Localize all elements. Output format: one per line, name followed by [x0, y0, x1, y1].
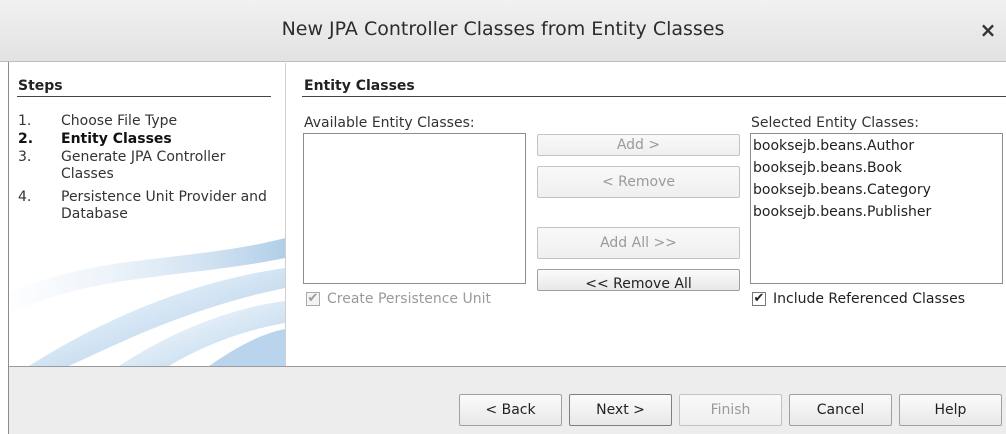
list-item[interactable]: booksejb.beans.Category	[753, 182, 931, 198]
content-header: Entity Classes	[304, 78, 415, 94]
create-persistence-unit-label: Create Persistence Unit	[327, 291, 491, 307]
available-entity-classes-label: Available Entity Classes:	[304, 115, 475, 131]
step-label: Persistence Unit Provider and Database	[61, 189, 267, 222]
list-item[interactable]: booksejb.beans.Publisher	[753, 204, 931, 220]
step-number: 2.	[18, 131, 34, 147]
step-number: 4.	[18, 189, 32, 205]
cancel-button[interactable]: Cancel	[789, 394, 892, 426]
create-persistence-unit-checkbox[interactable]: ✔ Create Persistence Unit	[306, 291, 491, 307]
add-all-button[interactable]: Add All >>	[537, 227, 740, 259]
panel-divider	[285, 63, 286, 366]
remove-all-button[interactable]: << Remove All	[537, 269, 740, 291]
include-referenced-classes-label: Include Referenced Classes	[773, 291, 965, 307]
step-number: 1.	[18, 113, 32, 129]
step-4: 4. Persistence Unit Provider and Databas…	[18, 189, 278, 223]
add-button[interactable]: Add >	[537, 134, 740, 156]
selected-entity-classes-label: Selected Entity Classes:	[751, 115, 919, 131]
checkbox-check-icon: ✔	[752, 291, 766, 306]
dialog-title: New JPA Controller Classes from Entity C…	[281, 18, 725, 40]
checkbox-check-icon: ✔	[306, 291, 320, 306]
step-label: Entity Classes	[61, 131, 172, 147]
dialog-title-bar: New JPA Controller Classes from Entity C…	[0, 0, 1006, 62]
remove-button[interactable]: < Remove	[537, 166, 740, 198]
steps-header: Steps	[18, 78, 63, 94]
step-2-current: 2. Entity Classes	[18, 131, 278, 148]
close-icon[interactable]: ×	[976, 18, 1000, 42]
step-number: 3.	[18, 149, 32, 165]
step-label: Generate JPA Controller Classes	[61, 149, 226, 182]
step-3: 3. Generate JPA Controller Classes	[18, 149, 278, 183]
help-button[interactable]: Help	[899, 394, 1002, 426]
content-divider	[302, 96, 1006, 97]
finish-button[interactable]: Finish	[679, 394, 782, 426]
list-item[interactable]: booksejb.beans.Author	[753, 138, 914, 154]
next-button[interactable]: Next >	[569, 394, 672, 426]
back-button[interactable]: < Back	[459, 394, 562, 426]
selected-entity-classes-list[interactable]: booksejb.beans.Author booksejb.beans.Boo…	[750, 133, 1003, 284]
include-referenced-classes-checkbox[interactable]: ✔ Include Referenced Classes	[752, 291, 965, 307]
step-label: Choose File Type	[61, 113, 178, 129]
step-1: 1. Choose File Type	[18, 113, 278, 130]
steps-divider	[17, 96, 271, 97]
list-item[interactable]: booksejb.beans.Book	[753, 160, 902, 176]
available-entity-classes-list[interactable]	[303, 133, 526, 284]
